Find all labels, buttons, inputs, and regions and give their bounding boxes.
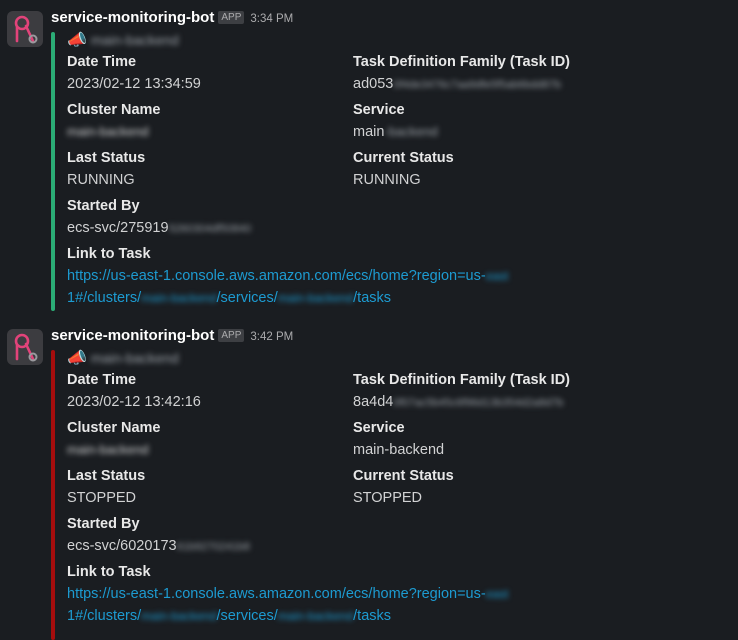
bot-logo-icon (14, 333, 38, 362)
link-text[interactable]: /services/ (217, 290, 278, 306)
redacted-text: 0f07ac5b45c6f96d13b354d2a8d7b (393, 397, 564, 409)
field-label: Service (353, 102, 405, 118)
field-label: Started By (67, 198, 140, 214)
message-header: service-monitoring-bot APP 3:34 PM (51, 9, 293, 29)
field-value: 8a4d40f07ac5b45c6f96d13b354d2a8d7b (353, 394, 563, 410)
task-link[interactable]: https://us-east-1.console.aws.amazon.com… (67, 265, 508, 309)
task-link[interactable]: https://us-east-1.console.aws.amazon.com… (67, 583, 508, 627)
field-label: Last Status (67, 468, 146, 484)
task-id-visible: 8a4d4 (353, 394, 394, 410)
redacted-text: main-backend (67, 442, 149, 457)
app-badge: APP (218, 11, 245, 24)
attachment-bar (51, 350, 55, 640)
redacted-text[interactable]: main-backend (141, 291, 216, 305)
redacted-text[interactable]: main-backend (278, 291, 353, 305)
started-by-visible: ecs-svc/6020173 (67, 538, 177, 554)
link-text[interactable]: https://us-east-1.console.aws.amazon.com… (67, 586, 486, 602)
link-text[interactable]: https://us-east-1.console.aws.amazon.com… (67, 268, 486, 284)
redacted-text: 5260304df50840 (168, 223, 252, 235)
field-label: Current Status (353, 150, 454, 166)
redacted-text[interactable]: east (486, 587, 509, 601)
megaphone-icon: 📣 (67, 32, 87, 49)
redacted-text: main-backend (67, 124, 149, 139)
bot-avatar[interactable] (7, 11, 43, 47)
field-label: Started By (67, 516, 140, 532)
redacted-text: 0f4de3476c7aa9dfe5f5ab6bdd87b (393, 79, 561, 91)
redacted-text: main-backend (90, 350, 179, 366)
bot-logo-icon (14, 15, 38, 44)
field-value: STOPPED (67, 490, 137, 506)
field-value: ecs-svc/602017361b9270241b8 (67, 538, 250, 554)
bot-name[interactable]: service-monitoring-bot (51, 9, 214, 26)
link-text[interactable]: /tasks (353, 608, 391, 624)
bot-name[interactable]: service-monitoring-bot (51, 327, 214, 344)
field-label: Link to Task (67, 246, 151, 262)
field-value: RUNNING (67, 172, 135, 188)
field-value: 2023/02-12 13:34:59 (67, 76, 201, 92)
message-time[interactable]: 3:42 PM (250, 331, 293, 343)
field-label: Task Definition Family (Task ID) (353, 372, 571, 388)
field-label: Date Time (67, 54, 137, 70)
field-value: RUNNING (353, 172, 421, 188)
link-text[interactable]: /services/ (217, 608, 278, 624)
redacted-text: 61b9270241b8 (176, 541, 251, 553)
redacted-text: -backend (384, 124, 438, 139)
link-text[interactable]: 1#/clusters/ (67, 608, 141, 624)
field-label: Last Status (67, 150, 146, 166)
field-value: main-backend (353, 124, 438, 140)
field-label: Link to Task (67, 564, 151, 580)
field-label: Current Status (353, 468, 454, 484)
field-value: main-backend (353, 442, 445, 458)
message-time[interactable]: 3:34 PM (250, 13, 293, 25)
attachment-bar (51, 32, 55, 311)
field-value: ecs-svc/2759195260304df50840 (67, 220, 251, 236)
field-label: Cluster Name (67, 420, 161, 436)
field-label: Service (353, 420, 405, 436)
field-label: Cluster Name (67, 102, 161, 118)
app-badge: APP (218, 329, 245, 342)
redacted-text[interactable]: main-backend (278, 609, 353, 623)
field-label: Date Time (67, 372, 137, 388)
attachment-title: 📣 main-backend (67, 30, 179, 50)
task-id-visible: ad053 (353, 76, 394, 92)
field-value: ad0530f4de3476c7aa9dfe5f5ab6bdd87b (353, 76, 561, 92)
service-visible: main (353, 124, 385, 140)
redacted-text[interactable]: main-backend (141, 609, 216, 623)
redacted-text[interactable]: east (486, 269, 509, 283)
message-header: service-monitoring-bot APP 3:42 PM (51, 327, 293, 347)
link-text[interactable]: 1#/clusters/ (67, 290, 141, 306)
field-label: Task Definition Family (Task ID) (353, 54, 571, 70)
field-value: STOPPED (353, 490, 423, 506)
attachment-title: 📣 main-backend (67, 348, 179, 368)
redacted-text: main-backend (90, 32, 179, 48)
field-value: 2023/02-12 13:42:16 (67, 394, 201, 410)
megaphone-icon: 📣 (67, 350, 87, 367)
link-text[interactable]: /tasks (353, 290, 391, 306)
started-by-visible: ecs-svc/275919 (67, 220, 169, 236)
bot-avatar[interactable] (7, 329, 43, 365)
